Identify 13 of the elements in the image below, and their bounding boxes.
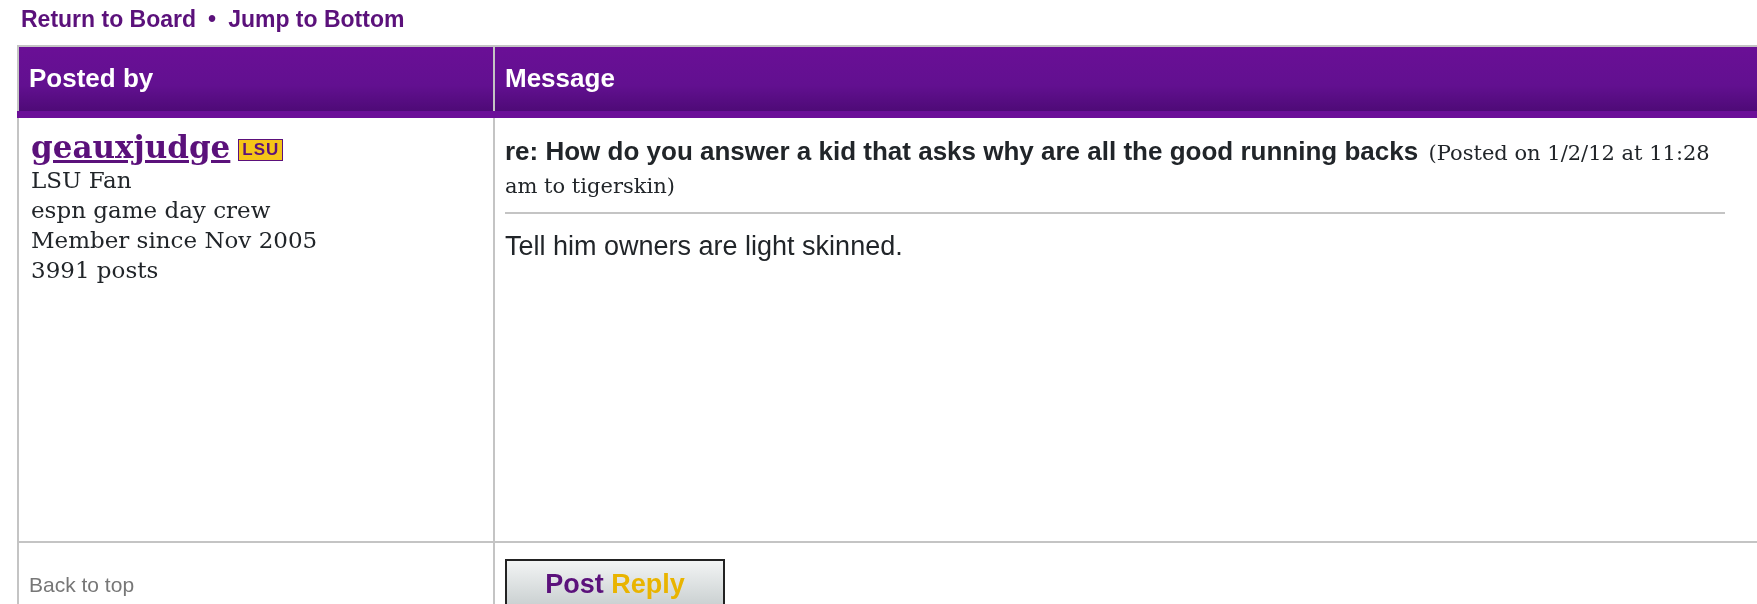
nav-link[interactable]: Return to Board — [21, 6, 197, 32]
post-reply-button[interactable]: Post Reply — [505, 559, 725, 604]
post-body: Tell him owners are light skinned. — [505, 230, 904, 263]
author-link[interactable]: geauxjudge — [31, 128, 231, 165]
nav-link[interactable]: Jump to Bottom — [228, 6, 405, 32]
back-to-top-link[interactable]: Back to top — [29, 573, 135, 596]
author-info: Member since Nov 2005 — [31, 225, 319, 255]
author-info: 3991 posts — [31, 255, 160, 285]
team-badge: LSU — [238, 138, 284, 161]
post-heading: re: How do you answer a kid that asks why are all the good running backs (Posted on 1/2/12 at 11:28 am to tigerskin) — [505, 134, 1711, 200]
author-info: espn game day crew — [31, 195, 272, 225]
separator-dot: • — [208, 6, 217, 32]
author-info: LSU Fan — [31, 165, 133, 195]
